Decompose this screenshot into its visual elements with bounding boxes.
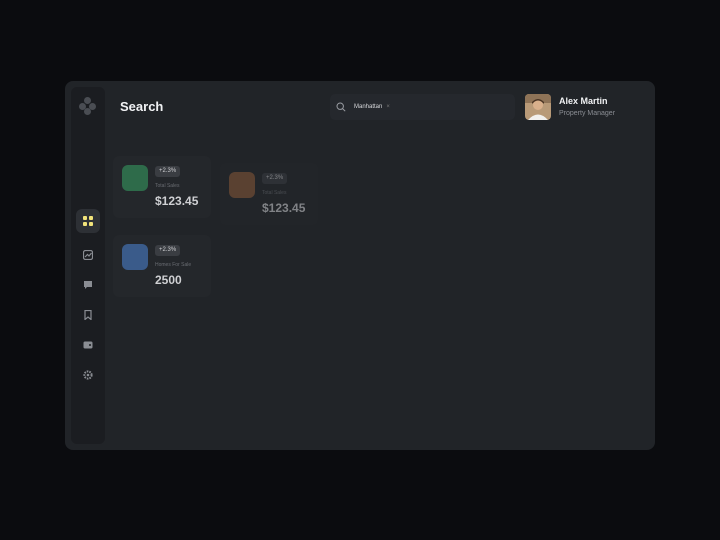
stat-card[interactable]: +2.3% Homes For Sale 2500 bbox=[113, 235, 211, 297]
sidebar-item-settings[interactable] bbox=[76, 363, 100, 387]
card-icon bbox=[229, 172, 255, 198]
clear-search-icon[interactable]: × bbox=[386, 104, 390, 110]
change-badge: +2.3% bbox=[262, 173, 288, 184]
card-label: Total Sales bbox=[155, 183, 180, 189]
card-value: $123.45 bbox=[155, 194, 199, 208]
card-icon bbox=[122, 244, 148, 270]
stat-card[interactable]: +2.3% Total Sales $123.45 bbox=[113, 156, 211, 218]
card-icon bbox=[122, 165, 148, 191]
card-label: Total Sales bbox=[262, 190, 287, 196]
search-bar[interactable]: Manhattan × bbox=[330, 94, 515, 120]
search-query[interactable]: Manhattan bbox=[354, 104, 382, 110]
change-badge: +2.3% bbox=[155, 166, 181, 177]
avatar[interactable] bbox=[525, 94, 551, 120]
user-role: Property Manager bbox=[559, 110, 616, 117]
bookmark-icon bbox=[84, 310, 92, 320]
grid-icon bbox=[83, 216, 93, 226]
logo-icon[interactable] bbox=[79, 97, 97, 115]
wallet-icon bbox=[83, 341, 93, 349]
sidebar-item-saved[interactable] bbox=[76, 303, 100, 327]
search-icon bbox=[336, 102, 346, 112]
gear-icon bbox=[83, 370, 93, 380]
sidebar-item-analytics[interactable] bbox=[76, 243, 100, 267]
stat-card[interactable]: +2.3% Total Sales $123.45 bbox=[220, 163, 318, 225]
sidebar-item-dashboard[interactable] bbox=[76, 209, 100, 233]
app-window: Search Manhattan × Alex Martin Property … bbox=[65, 81, 655, 450]
sidebar bbox=[71, 87, 105, 444]
card-value: 2500 bbox=[155, 273, 182, 287]
chart-icon bbox=[83, 250, 93, 260]
user-name: Alex Martin bbox=[559, 96, 608, 106]
change-badge: +2.3% bbox=[155, 245, 181, 256]
card-label: Homes For Sale bbox=[155, 262, 192, 268]
page-title: Search bbox=[120, 99, 164, 114]
sidebar-item-wallet[interactable] bbox=[76, 333, 100, 357]
sidebar-item-messages[interactable] bbox=[76, 273, 100, 297]
card-value: $123.45 bbox=[262, 201, 306, 215]
chat-icon bbox=[84, 281, 92, 289]
